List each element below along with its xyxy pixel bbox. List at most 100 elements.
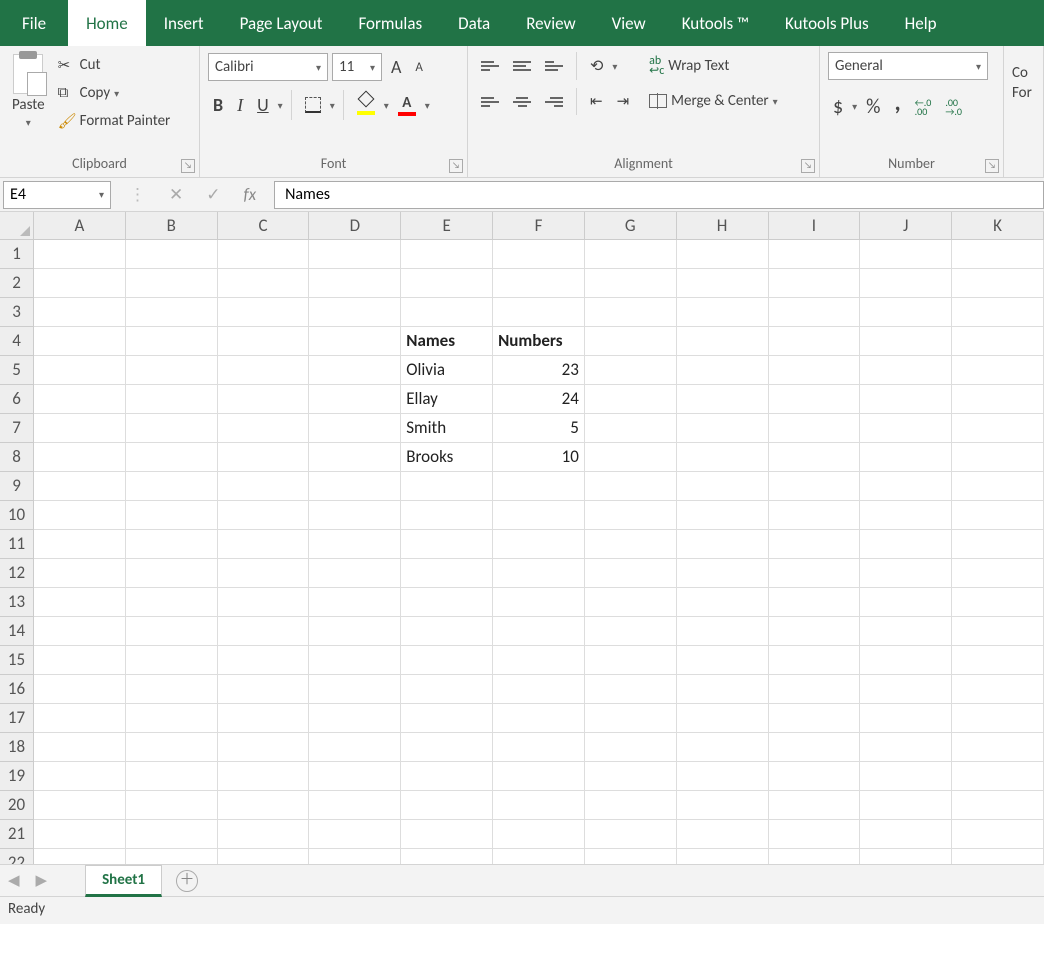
row-header-13[interactable]: 13 [0,588,34,617]
cell-A18[interactable] [34,733,126,762]
cell-I16[interactable] [769,675,861,704]
cell-I13[interactable] [769,588,861,617]
cell-C7[interactable] [218,414,310,443]
cell-H6[interactable] [677,385,769,414]
cell-H4[interactable] [677,327,769,356]
row-header-11[interactable]: 11 [0,530,34,559]
percent-format-button[interactable] [861,91,885,123]
cell-I7[interactable] [769,414,861,443]
cell-K18[interactable] [952,733,1044,762]
cell-A3[interactable] [34,298,126,327]
cell-G22[interactable] [585,849,677,864]
increase-decimal-button[interactable]: ←.0.00 [910,94,937,120]
cell-B19[interactable] [126,762,218,791]
cell-A10[interactable] [34,501,126,530]
cell-K22[interactable] [952,849,1044,864]
cell-C3[interactable] [218,298,310,327]
cell-C18[interactable] [218,733,310,762]
cell-B17[interactable] [126,704,218,733]
cell-F22[interactable] [493,849,585,864]
cell-B22[interactable] [126,849,218,864]
cell-D22[interactable] [309,849,401,864]
cell-I12[interactable] [769,559,861,588]
align-bottom-button[interactable] [540,57,568,75]
wrap-text-button[interactable]: ab↩cWrap Text [644,52,783,80]
row-header-12[interactable]: 12 [0,559,34,588]
column-header-K[interactable]: K [952,212,1044,240]
comma-format-button[interactable] [889,88,905,125]
row-header-10[interactable]: 10 [0,501,34,530]
cell-I10[interactable] [769,501,861,530]
cell-J9[interactable] [860,472,952,501]
cell-A22[interactable] [34,849,126,864]
cell-G17[interactable] [585,704,677,733]
cell-E22[interactable] [401,849,493,864]
cell-B16[interactable] [126,675,218,704]
cell-B8[interactable] [126,443,218,472]
align-top-button[interactable] [476,57,504,75]
cell-D12[interactable] [309,559,401,588]
cell-H19[interactable] [677,762,769,791]
tab-kutools[interactable]: Kutools ™ [664,0,767,46]
row-header-1[interactable]: 1 [0,240,34,269]
cell-K5[interactable] [952,356,1044,385]
cell-C14[interactable] [218,617,310,646]
accounting-format-button[interactable] [828,91,848,123]
name-box[interactable]: E4▾ [3,181,111,209]
merge-dropdown[interactable]: ▾ [773,95,778,108]
cell-H12[interactable] [677,559,769,588]
cell-D20[interactable] [309,791,401,820]
cell-D21[interactable] [309,820,401,849]
cell-A8[interactable] [34,443,126,472]
cell-I19[interactable] [769,762,861,791]
cell-D8[interactable] [309,443,401,472]
cell-G10[interactable] [585,501,677,530]
cell-J18[interactable] [860,733,952,762]
cell-J17[interactable] [860,704,952,733]
cell-K6[interactable] [952,385,1044,414]
cell-B2[interactable] [126,269,218,298]
cell-G11[interactable] [585,530,677,559]
cell-A15[interactable] [34,646,126,675]
cell-K12[interactable] [952,559,1044,588]
cell-H11[interactable] [677,530,769,559]
cell-J16[interactable] [860,675,952,704]
cell-E1[interactable] [401,240,493,269]
cell-A13[interactable] [34,588,126,617]
tab-file[interactable]: File [0,0,68,46]
increase-indent-button[interactable] [612,88,635,115]
cell-J22[interactable] [860,849,952,864]
cell-E19[interactable] [401,762,493,791]
row-header-22[interactable]: 22 [0,849,34,864]
bold-button[interactable]: B [208,90,228,120]
cell-J2[interactable] [860,269,952,298]
alignment-launcher[interactable]: ↘ [801,159,815,173]
tab-kutools-plus[interactable]: Kutools Plus [767,0,887,46]
cell-C16[interactable] [218,675,310,704]
cell-G4[interactable] [585,327,677,356]
select-all-corner[interactable] [0,212,34,240]
cell-K14[interactable] [952,617,1044,646]
underline-button[interactable]: U [252,90,274,120]
cell-B9[interactable] [126,472,218,501]
cell-A2[interactable] [34,269,126,298]
font-color-button[interactable]: A [393,90,421,120]
cell-K8[interactable] [952,443,1044,472]
cell-I6[interactable] [769,385,861,414]
cell-K4[interactable] [952,327,1044,356]
cell-A6[interactable] [34,385,126,414]
column-header-E[interactable]: E [401,212,493,240]
cell-H5[interactable] [677,356,769,385]
number-launcher[interactable]: ↘ [985,159,999,173]
formula-input[interactable]: Names [274,181,1044,209]
cell-F11[interactable] [493,530,585,559]
row-header-19[interactable]: 19 [0,762,34,791]
cell-D14[interactable] [309,617,401,646]
cell-A9[interactable] [34,472,126,501]
orientation-button[interactable] [585,52,608,80]
cell-A14[interactable] [34,617,126,646]
italic-button[interactable]: I [232,91,248,120]
cell-C2[interactable] [218,269,310,298]
cell-J6[interactable] [860,385,952,414]
cell-C21[interactable] [218,820,310,849]
